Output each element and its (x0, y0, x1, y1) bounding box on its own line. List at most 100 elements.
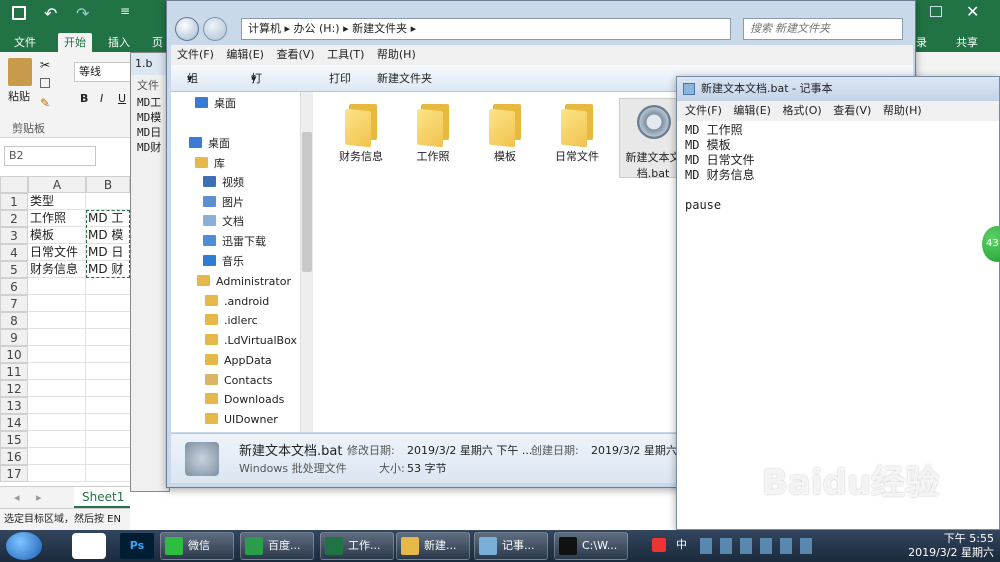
folder-item[interactable]: 日常文件 (543, 98, 611, 174)
cell-b[interactable] (86, 414, 130, 431)
bold-button[interactable]: B (80, 92, 88, 105)
print-button[interactable]: 打印 (329, 65, 351, 92)
ime-indicator[interactable]: 中 (676, 536, 687, 552)
nav-item[interactable]: 迅雷下载 (203, 232, 266, 252)
menu-file[interactable]: 文件(F) (177, 48, 214, 61)
cell-b[interactable] (86, 448, 130, 465)
np-menu-format[interactable]: 格式(O) (782, 104, 821, 117)
cell-a[interactable] (28, 363, 86, 380)
nav-item[interactable]: .LdVirtualBox (205, 331, 297, 351)
search-input[interactable] (743, 18, 903, 40)
restore-icon[interactable] (930, 6, 942, 17)
save-icon[interactable] (12, 6, 26, 20)
cell-a[interactable] (28, 431, 86, 448)
organize-button[interactable]: 组织 ▾ (187, 65, 198, 112)
tab-file[interactable]: 文件 (8, 33, 42, 52)
cell-a[interactable] (28, 329, 86, 346)
cell-a[interactable]: 模板 (28, 227, 86, 244)
nav-scroll-thumb[interactable] (302, 132, 312, 272)
taskbar-button[interactable]: 工作... (320, 532, 394, 560)
italic-button[interactable]: I (100, 92, 103, 105)
row-header[interactable]: 10 (0, 346, 28, 363)
clock[interactable]: 下午 5:55 2019/3/2 星期六 (884, 530, 1000, 562)
name-box[interactable]: B2 (4, 146, 96, 166)
cell-b[interactable] (86, 312, 130, 329)
sheet-tab[interactable]: Sheet1 (74, 487, 130, 508)
nav-item[interactable]: Contacts (205, 371, 273, 391)
cell-a[interactable] (28, 346, 86, 363)
nav-item[interactable]: 文档 (203, 212, 244, 232)
row-header[interactable]: 15 (0, 431, 28, 448)
taskbar-button[interactable]: 微信 (160, 532, 234, 560)
cell-a[interactable] (28, 312, 86, 329)
next-sheet-icon[interactable]: ▸ (36, 491, 42, 504)
row-header[interactable]: 12 (0, 380, 28, 397)
nav-item[interactable]: .android (205, 292, 269, 312)
row-header[interactable]: 6 (0, 278, 28, 295)
underline-button[interactable]: U (118, 92, 126, 105)
row-header[interactable]: 7 (0, 295, 28, 312)
column-header-a[interactable]: A (28, 176, 86, 193)
menu-view[interactable]: 查看(V) (276, 48, 314, 61)
prev-sheet-icon[interactable]: ◂ (14, 491, 20, 504)
cell-a[interactable]: 工作照 (28, 210, 86, 227)
np-menu-file[interactable]: 文件(F) (685, 104, 722, 117)
redo-icon[interactable]: ↷ (76, 4, 89, 23)
sogou-ime-icon[interactable] (652, 538, 666, 552)
column-header-b[interactable]: B (86, 176, 130, 193)
row-header[interactable]: 8 (0, 312, 28, 329)
cell-b[interactable] (86, 346, 130, 363)
pinned-app-icon[interactable] (72, 533, 106, 559)
row-header[interactable]: 5 (0, 261, 28, 278)
nav-item[interactable]: 音乐 (203, 252, 244, 272)
tab-home[interactable]: 开始 (58, 33, 92, 52)
forward-button[interactable] (203, 17, 227, 41)
notepad-back-window[interactable]: 1.b 文件 MD工 MD模 MD日 MD财 (130, 52, 171, 492)
nav-item[interactable]: 桌面 (189, 134, 230, 154)
row-header[interactable]: 9 (0, 329, 28, 346)
np-menu-edit[interactable]: 编辑(E) (733, 104, 771, 117)
cell-a[interactable] (28, 448, 86, 465)
cell-a[interactable]: 日常文件 (28, 244, 86, 261)
cell-a[interactable] (28, 397, 86, 414)
cut-icon[interactable]: ✂ (40, 58, 50, 72)
menu-edit[interactable]: 编辑(E) (226, 48, 264, 61)
row-header[interactable]: 14 (0, 414, 28, 431)
cell-a[interactable] (28, 465, 86, 482)
menu-help[interactable]: 帮助(H) (377, 48, 416, 61)
notepad-editor[interactable]: MD 工作照 MD 模板 MD 日常文件 MD 财务信息 pause (685, 123, 995, 213)
start-button[interactable] (6, 532, 42, 560)
cell-b[interactable] (86, 329, 130, 346)
new-folder-button[interactable]: 新建文件夹 (377, 65, 432, 92)
cell-b[interactable] (86, 431, 130, 448)
row-header[interactable]: 11 (0, 363, 28, 380)
breadcrumb[interactable]: 计算机 ▸ 办公 (H:) ▸ 新建文件夹 ▸ (241, 18, 731, 40)
tray-icons[interactable] (700, 538, 820, 554)
row-header[interactable]: 4 (0, 244, 28, 261)
format-painter-icon[interactable]: ✎ (40, 96, 50, 110)
folder-item[interactable]: 模板 (471, 98, 539, 174)
share-button[interactable]: 共享 (950, 33, 984, 52)
row-header[interactable]: 17 (0, 465, 28, 482)
crumb-drive[interactable]: 办公 (H:) (294, 22, 340, 35)
paste-icon[interactable] (8, 58, 32, 86)
taskbar-button[interactable]: 百度... (240, 532, 314, 560)
cell-b[interactable] (86, 380, 130, 397)
cell-b[interactable] (86, 465, 130, 482)
font-name-box[interactable]: 等线 (74, 62, 134, 82)
crumb-folder[interactable]: 新建文件夹 (352, 22, 407, 35)
nav-item[interactable]: .idlerc (205, 311, 258, 331)
cell-b[interactable] (86, 295, 130, 312)
customize-icon[interactable]: ≡ (120, 4, 130, 18)
folder-item[interactable]: 工作照 (399, 98, 467, 174)
nav-item[interactable]: 图片 (203, 193, 244, 213)
cell-a[interactable] (28, 380, 86, 397)
back-button[interactable] (175, 17, 199, 41)
cell-a[interactable]: 类型 (28, 193, 86, 210)
row-header[interactable]: 2 (0, 210, 28, 227)
taskbar-button[interactable]: 记事... (474, 532, 548, 560)
cell-b[interactable] (86, 193, 130, 210)
close-icon[interactable]: ✕ (966, 2, 979, 21)
cell-b[interactable] (86, 363, 130, 380)
cell-b[interactable] (86, 397, 130, 414)
